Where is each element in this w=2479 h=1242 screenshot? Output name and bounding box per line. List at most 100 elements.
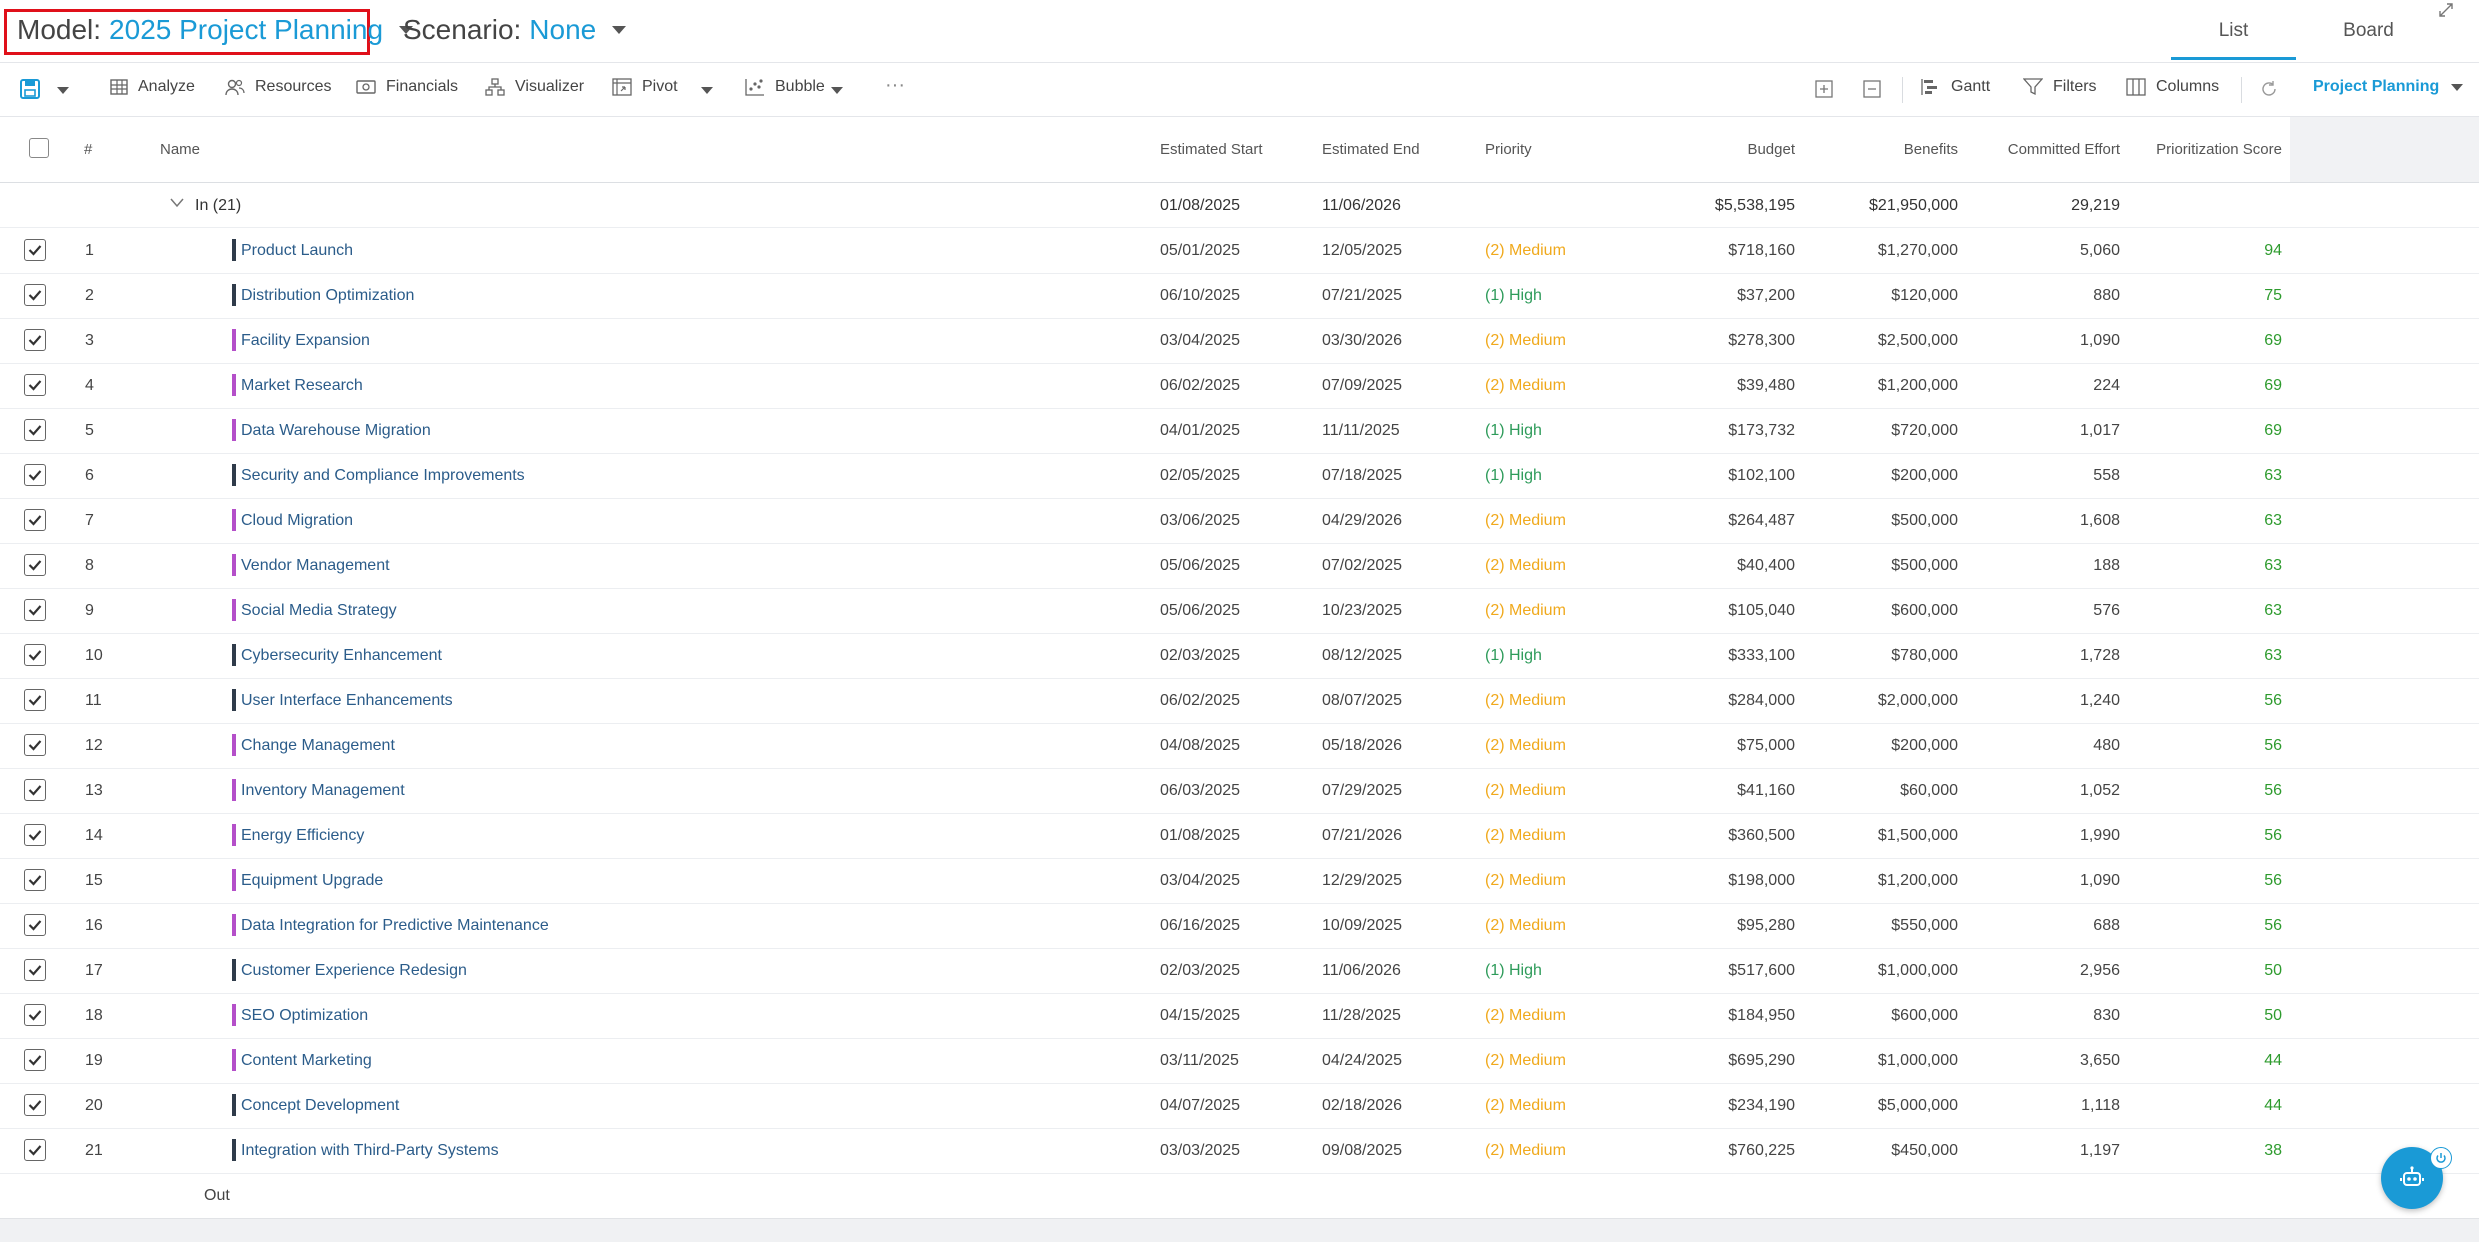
- project-name-link[interactable]: Distribution Optimization: [241, 287, 414, 305]
- table-row[interactable]: 1 Product Launch 05/01/2025 12/05/2025 (2) M…: [0, 228, 2479, 274]
- project-name-link[interactable]: Facility Expansion: [241, 332, 370, 350]
- row-checkbox[interactable]: [24, 1004, 46, 1026]
- row-checkbox[interactable]: [24, 734, 46, 756]
- table-row[interactable]: 8 Vendor Management 05/06/2025 07/02/2025 (2…: [0, 543, 2479, 589]
- column-header-estimated-start[interactable]: Estimated Start: [1160, 141, 1263, 158]
- bubble-menu-chevron-icon[interactable]: [831, 87, 843, 94]
- table-row[interactable]: 2 Distribution Optimization 06/10/2025 07/2…: [0, 273, 2479, 319]
- column-header-prioritization-score[interactable]: Prioritization Score: [2090, 141, 2282, 158]
- refresh-icon[interactable]: [2260, 80, 2278, 103]
- table-row[interactable]: 12 Change Management 04/08/2025 05/18/2026 (…: [0, 723, 2479, 769]
- chevron-down-icon[interactable]: [169, 196, 185, 214]
- project-name-link[interactable]: Concept Development: [241, 1097, 399, 1115]
- columns-button[interactable]: Columns: [2126, 78, 2219, 96]
- project-name-link[interactable]: Social Media Strategy: [241, 602, 397, 620]
- project-name-link[interactable]: SEO Optimization: [241, 1007, 368, 1025]
- column-header-name[interactable]: Name: [160, 141, 200, 158]
- save-menu-chevron-icon[interactable]: [57, 87, 69, 94]
- select-all-checkbox[interactable]: [29, 138, 49, 158]
- row-checkbox[interactable]: [24, 464, 46, 486]
- row-checkbox[interactable]: [24, 554, 46, 576]
- resources-button[interactable]: Resources: [225, 78, 331, 96]
- table-row[interactable]: 6 Security and Compliance Improvements 02/…: [0, 453, 2479, 499]
- row-checkbox[interactable]: [24, 869, 46, 891]
- pivot-menu-chevron-icon[interactable]: [701, 87, 713, 94]
- row-checkbox[interactable]: [24, 644, 46, 666]
- project-name-link[interactable]: Market Research: [241, 377, 363, 395]
- analyze-button[interactable]: Analyze: [110, 78, 195, 96]
- row-checkbox[interactable]: [24, 284, 46, 306]
- table-row[interactable]: 10 Cybersecurity Enhancement 02/03/2025 08/…: [0, 633, 2479, 679]
- project-name-link[interactable]: Data Integration for Predictive Maintena…: [241, 917, 549, 935]
- column-header-benefits[interactable]: Benefits: [1808, 141, 1958, 158]
- gantt-button[interactable]: Gantt: [1921, 78, 1990, 96]
- project-name-link[interactable]: Energy Efficiency: [241, 827, 364, 845]
- table-row[interactable]: 5 Data Warehouse Migration 04/01/2025 11/11…: [0, 408, 2479, 454]
- pivot-button[interactable]: Pivot: [612, 78, 678, 96]
- project-name-link[interactable]: Cybersecurity Enhancement: [241, 647, 442, 665]
- visualizer-button[interactable]: Visualizer: [485, 78, 584, 96]
- table-row[interactable]: 18 SEO Optimization 04/15/2025 11/28/2025 (2…: [0, 993, 2479, 1039]
- table-row[interactable]: 20 Concept Development 04/07/2025 02/18/202…: [0, 1083, 2479, 1129]
- table-row[interactable]: 11 User Interface Enhancements 06/02/2025 0…: [0, 678, 2479, 724]
- power-icon[interactable]: [2430, 1147, 2452, 1169]
- table-row[interactable]: 4 Market Research 06/02/2025 07/09/2025 (2) …: [0, 363, 2479, 409]
- project-name-link[interactable]: Product Launch: [241, 242, 353, 260]
- expand-icon[interactable]: [2438, 2, 2454, 23]
- table-row[interactable]: 15 Equipment Upgrade 03/04/2025 12/29/2025 (…: [0, 858, 2479, 904]
- row-checkbox[interactable]: [24, 779, 46, 801]
- row-checkbox[interactable]: [24, 419, 46, 441]
- project-name-link[interactable]: Integration with Third-Party Systems: [241, 1142, 499, 1160]
- table-row[interactable]: 9 Social Media Strategy 05/06/2025 10/23/20…: [0, 588, 2479, 634]
- project-name-link[interactable]: User Interface Enhancements: [241, 692, 453, 710]
- view-selector[interactable]: Project Planning: [2313, 78, 2464, 96]
- filters-button[interactable]: Filters: [2023, 78, 2097, 96]
- financials-button[interactable]: Financials: [356, 78, 458, 96]
- table-row[interactable]: 3 Facility Expansion 03/04/2025 03/30/2026 (…: [0, 318, 2479, 364]
- table-row[interactable]: 14 Energy Efficiency 01/08/2025 07/21/2026 (…: [0, 813, 2479, 859]
- column-header-budget[interactable]: Budget: [1645, 141, 1795, 158]
- row-checkbox[interactable]: [24, 1139, 46, 1161]
- expand-all-icon[interactable]: [1814, 79, 1834, 104]
- estimated-end: 10/09/2025: [1322, 917, 1403, 934]
- table-row[interactable]: 17 Customer Experience Redesign 02/03/2025…: [0, 948, 2479, 994]
- project-name-link[interactable]: Content Marketing: [241, 1052, 372, 1070]
- table-row[interactable]: 7 Cloud Migration 03/06/2025 04/29/2026 (2) …: [0, 498, 2479, 544]
- table-row[interactable]: 16 Data Integration for Predictive Mainte…: [0, 903, 2479, 949]
- row-checkbox[interactable]: [24, 959, 46, 981]
- column-header-estimated-end[interactable]: Estimated End: [1322, 141, 1420, 158]
- row-checkbox[interactable]: [24, 914, 46, 936]
- project-name-link[interactable]: Inventory Management: [241, 782, 405, 800]
- project-name-link[interactable]: Change Management: [241, 737, 395, 755]
- collapse-all-icon[interactable]: [1862, 79, 1882, 104]
- tab-list[interactable]: List: [2171, 20, 2296, 42]
- project-name-link[interactable]: Cloud Migration: [241, 512, 353, 530]
- row-checkbox[interactable]: [24, 329, 46, 351]
- project-name-link[interactable]: Vendor Management: [241, 557, 390, 575]
- bubble-button[interactable]: Bubble: [745, 78, 825, 96]
- project-name-link[interactable]: Customer Experience Redesign: [241, 962, 467, 980]
- table-row[interactable]: 13 Inventory Management 06/03/2025 07/29/20…: [0, 768, 2479, 814]
- table-row[interactable]: 19 Content Marketing 03/11/2025 04/24/2025 (…: [0, 1038, 2479, 1084]
- row-checkbox[interactable]: [24, 689, 46, 711]
- project-name-link[interactable]: Security and Compliance Improvements: [241, 467, 525, 485]
- row-checkbox[interactable]: [24, 824, 46, 846]
- row-checkbox[interactable]: [24, 1094, 46, 1116]
- group-row-out[interactable]: Out: [0, 1173, 2479, 1217]
- group-row-in[interactable]: In (21) 01/08/2025 11/06/2026 $5,538,195…: [0, 183, 2479, 228]
- tab-board[interactable]: Board: [2306, 20, 2431, 42]
- row-checkbox[interactable]: [24, 599, 46, 621]
- model-selector[interactable]: Model: 2025 Project Planning: [17, 14, 414, 46]
- column-header-priority[interactable]: Priority: [1485, 141, 1532, 158]
- project-name-link[interactable]: Data Warehouse Migration: [241, 422, 431, 440]
- project-name-link[interactable]: Equipment Upgrade: [241, 872, 383, 890]
- horizontal-scroll-area[interactable]: [0, 1218, 2479, 1242]
- row-checkbox[interactable]: [24, 1049, 46, 1071]
- table-row[interactable]: 21 Integration with Third-Party Systems 03…: [0, 1128, 2479, 1174]
- scenario-selector[interactable]: Scenario: None: [403, 14, 627, 46]
- row-checkbox[interactable]: [24, 374, 46, 396]
- row-checkbox[interactable]: [24, 239, 46, 261]
- more-options-button[interactable]: ···: [885, 74, 905, 97]
- row-checkbox[interactable]: [24, 509, 46, 531]
- save-icon[interactable]: [19, 78, 41, 105]
